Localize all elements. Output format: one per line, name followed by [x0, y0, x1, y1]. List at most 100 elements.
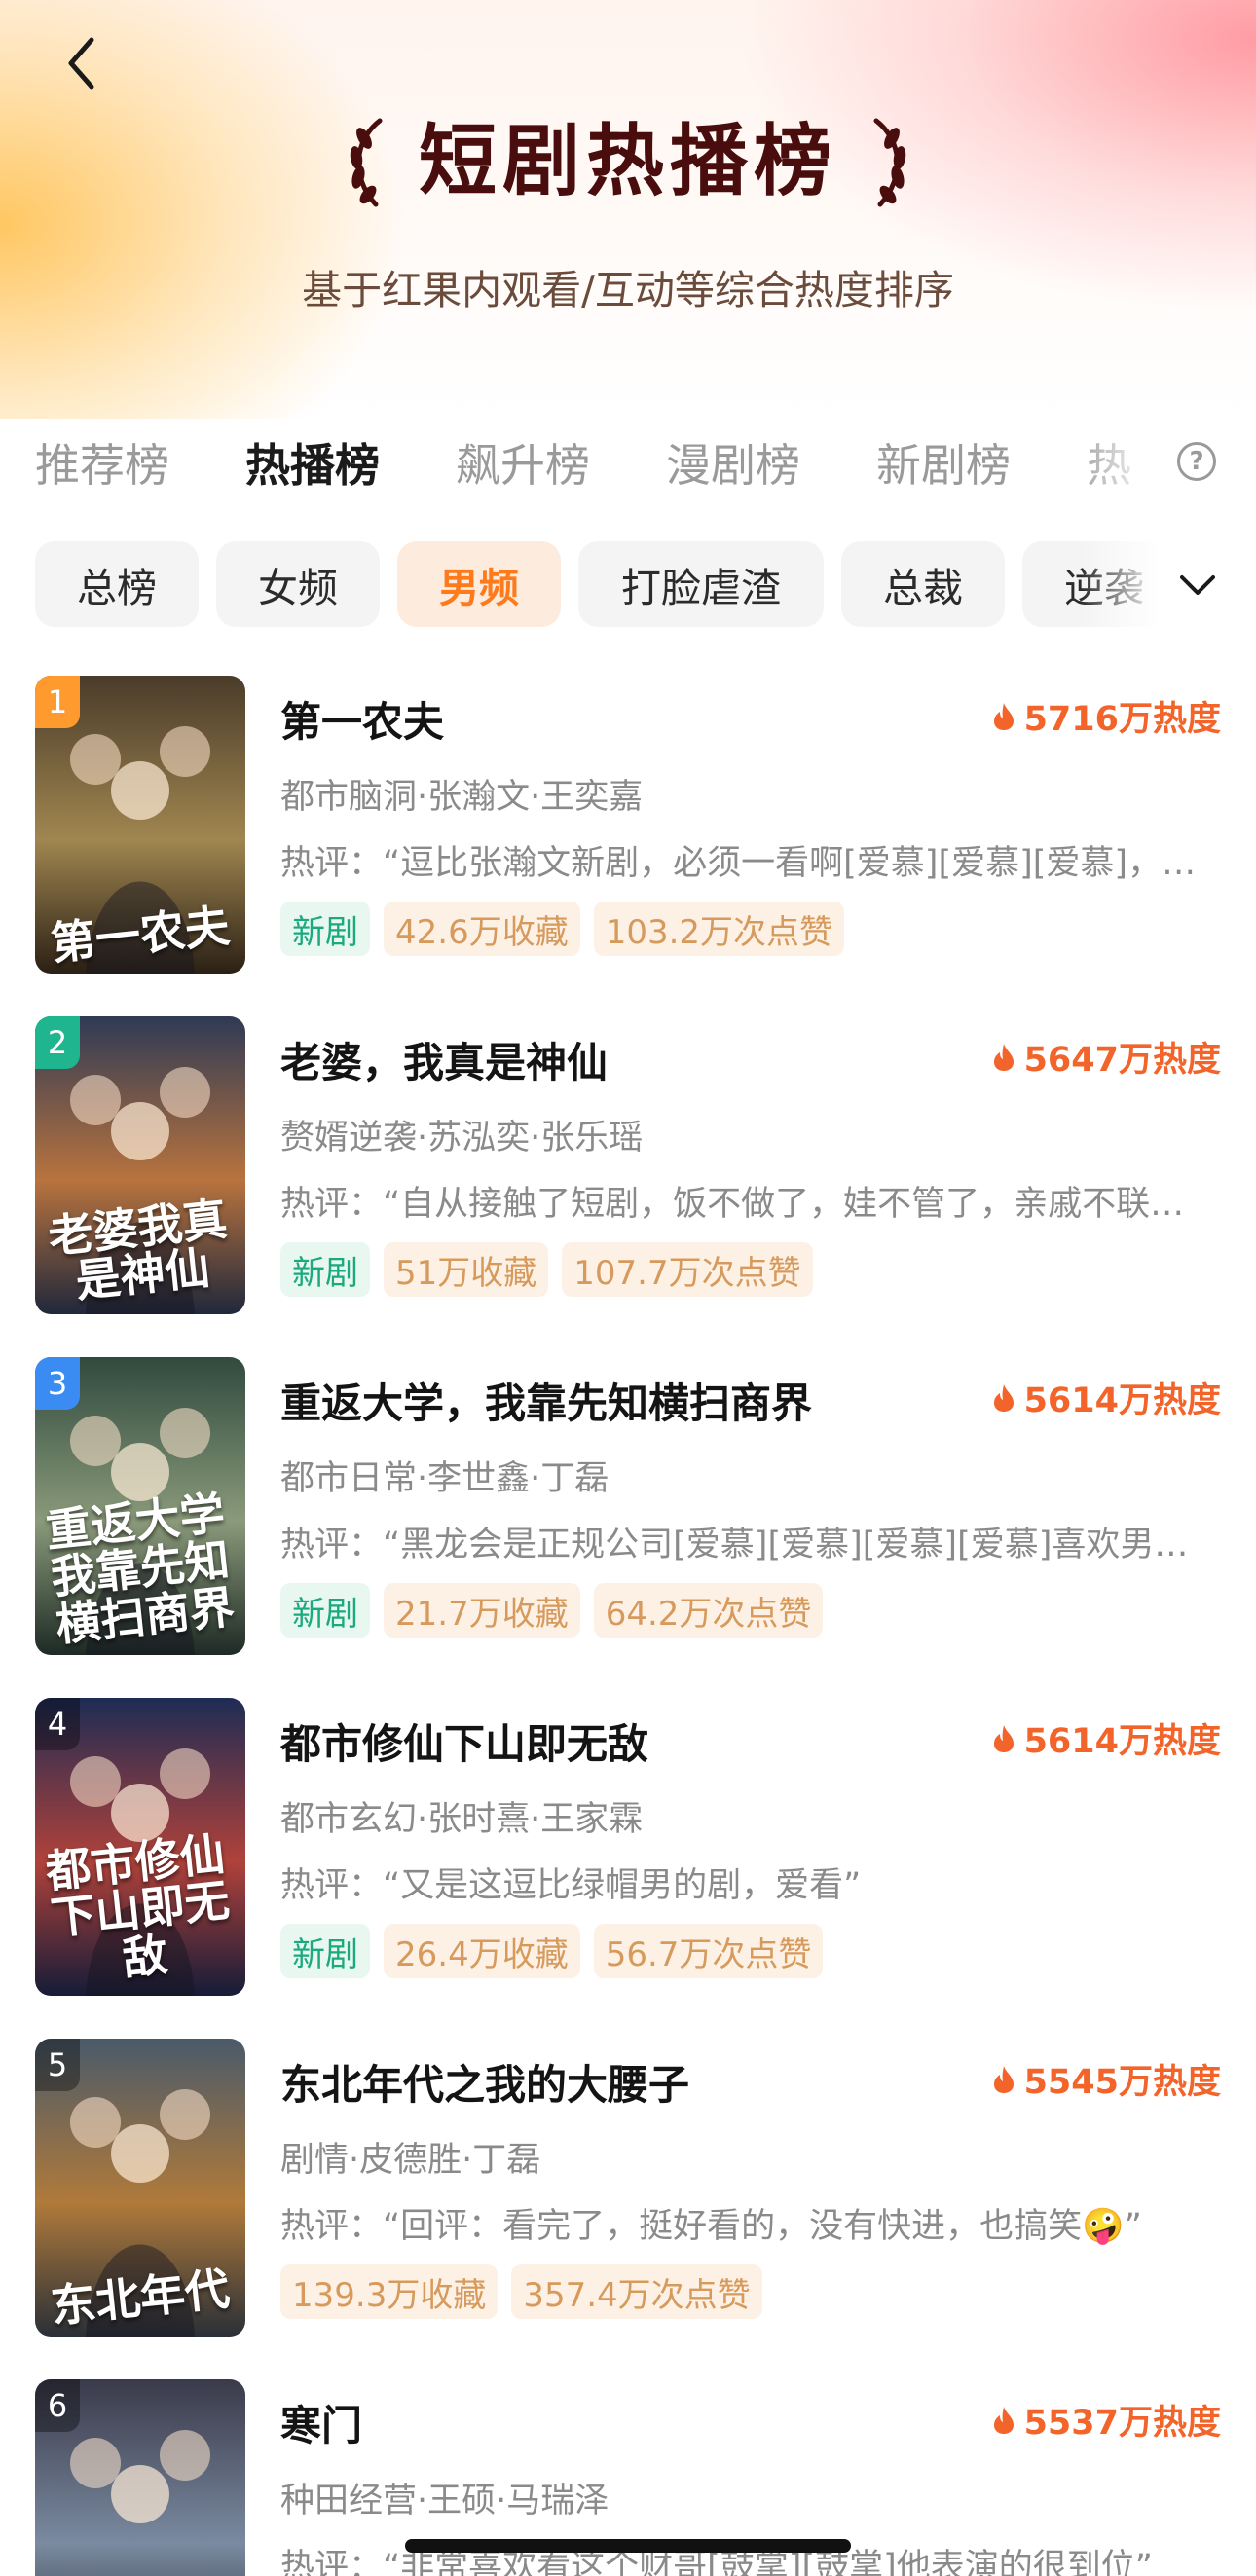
- drama-title[interactable]: 都市修仙下山即无敌: [280, 1711, 648, 1771]
- laurel-right-icon: [873, 118, 906, 207]
- hot-comment: 热评：“回评：看完了，挺好看的，没有快进，也搞笑🤪”: [280, 2207, 1142, 2246]
- drama-title[interactable]: 重返大学，我靠先知横扫商界: [280, 1371, 812, 1430]
- tag-list: 新剧 42.6万收藏 103.2万次点赞: [280, 902, 845, 956]
- page-subtitle: 基于红果内观看/互动等综合热度排序: [302, 267, 954, 313]
- stat-tag: 51万收藏: [384, 1242, 549, 1297]
- rank-badge: 3: [35, 1357, 80, 1410]
- rank-badge: 2: [35, 1016, 80, 1069]
- flame-icon: [993, 2406, 1014, 2434]
- chevron-down-icon: [1180, 575, 1215, 595]
- page-title-text: 短剧热播榜: [419, 116, 837, 206]
- ranking-tabs: 推荐榜 热播榜 飙升榜 漫剧榜 新剧榜 热 ?: [0, 419, 1256, 506]
- list-item[interactable]: 老婆我真是神仙 2 老婆，我真是神仙 5647万热度赘婿逆袭·苏泓奕·张乐瑶热评：“自…: [0, 1012, 1256, 1324]
- heat-value: 5537万热度: [1023, 2404, 1221, 2443]
- hot-comment: 热评：“自从接触了短剧，饭不做了，娃不管了，亲戚不联…: [280, 1185, 1185, 1224]
- stat-tag: 357.4万次点赞: [511, 2264, 762, 2319]
- tag-list: 新剧 51万收藏 107.7万次点赞: [280, 1242, 813, 1297]
- help-icon: ?: [1189, 447, 1204, 476]
- tab-rising[interactable]: 飙升榜: [456, 430, 590, 495]
- heat-score: 5614万热度: [993, 1373, 1221, 1422]
- genre-cast: 种田经营·王硕·马瑞泽: [280, 2482, 610, 2521]
- tab-hot[interactable]: 热播榜: [245, 430, 380, 495]
- new-badge: 新剧: [280, 1242, 370, 1297]
- drama-title[interactable]: 东北年代之我的大腰子: [280, 2052, 689, 2112]
- header-background: [0, 0, 1256, 419]
- hot-comment: 热评：“又是这逗比绿帽男的剧，爱看”: [280, 1866, 862, 1905]
- flame-icon: [993, 702, 1014, 730]
- hot-comment: 热评：“黑龙会是正规公司[爱慕][爱慕][爱慕][爱慕]喜欢男…: [280, 1526, 1189, 1564]
- heat-value: 5614万热度: [1023, 1381, 1221, 1420]
- heat-score: 5716万热度: [993, 691, 1221, 741]
- list-item[interactable]: 第一农夫 1 第一农夫 5716万热度都市脑洞·张瀚文·王奕嘉热评：“逗比张瀚文新剧，…: [0, 672, 1256, 983]
- tag-list: 新剧 21.7万收藏 64.2万次点赞: [280, 1583, 824, 1638]
- genre-cast: 赘婿逆袭·苏泓奕·张乐瑶: [280, 1119, 644, 1158]
- poster-image[interactable]: 重返大学 我靠先知横扫商界 3: [35, 1357, 245, 1655]
- tab-recommend[interactable]: 推荐榜: [35, 430, 169, 495]
- hot-comment: 热评：“逗比张瀚文新剧，必须一看啊[爱慕][爱慕][爱慕]，……: [280, 844, 1221, 883]
- rank-badge: 4: [35, 1698, 80, 1750]
- genre-cast: 都市玄幻·张时熹·王家霖: [280, 1800, 644, 1839]
- heat-score: 5647万热度: [993, 1032, 1221, 1082]
- poster-image[interactable]: 都市修仙 下山即无敌 4: [35, 1698, 245, 1996]
- home-indicator: [405, 2539, 851, 2553]
- poster-image[interactable]: 第一农夫 1: [35, 676, 245, 974]
- poster-image[interactable]: 6: [35, 2379, 245, 2576]
- new-badge: 新剧: [280, 1583, 370, 1638]
- flame-icon: [993, 1724, 1014, 1752]
- page-title: 短剧热播榜: [0, 115, 1256, 208]
- drama-title[interactable]: 寒门: [280, 2393, 362, 2452]
- stat-tag: 107.7万次点赞: [562, 1242, 813, 1297]
- stat-tag: 56.7万次点赞: [593, 1924, 824, 1978]
- tab-comic[interactable]: 漫剧榜: [666, 430, 800, 495]
- stat-tag: 26.4万收藏: [384, 1924, 580, 1978]
- chip-face-slap[interactable]: 打脸虐渣: [578, 541, 824, 627]
- new-badge: 新剧: [280, 1924, 370, 1978]
- stat-tag: 42.6万收藏: [384, 902, 580, 956]
- heat-score: 5537万热度: [993, 2395, 1221, 2445]
- tag-list: 新剧 26.4万收藏 56.7万次点赞: [280, 1924, 824, 1978]
- category-chips: 总榜 女频 男频 打脸虐渣 总裁 逆袭: [0, 541, 1256, 629]
- tab-new[interactable]: 新剧榜: [876, 430, 1011, 495]
- back-button[interactable]: [56, 29, 105, 97]
- poster-title: 重返大学 我靠先知横扫商界: [43, 1486, 238, 1651]
- new-badge: 新剧: [280, 902, 370, 956]
- stat-tag: 103.2万次点赞: [593, 902, 845, 956]
- list-item[interactable]: 东北年代 5 东北年代之我的大腰子 5545万热度剧情·皮德胜·丁磊热评：“回评：看完…: [0, 2035, 1256, 2346]
- chip-female[interactable]: 女频: [216, 541, 380, 627]
- expand-categories-button[interactable]: [1168, 561, 1227, 609]
- stat-tag: 64.2万次点赞: [593, 1583, 824, 1638]
- heat-score: 5545万热度: [993, 2054, 1221, 2104]
- genre-cast: 都市脑洞·张瀚文·王奕嘉: [280, 778, 644, 817]
- laurel-left-icon: [350, 118, 383, 207]
- rank-badge: 5: [35, 2039, 80, 2091]
- chip-male[interactable]: 男频: [397, 541, 561, 627]
- help-button[interactable]: ?: [1177, 442, 1216, 481]
- rank-badge: 6: [35, 2379, 80, 2432]
- poster-image[interactable]: 老婆我真是神仙 2: [35, 1016, 245, 1314]
- rank-badge: 1: [35, 676, 80, 728]
- heat-value: 5545万热度: [1023, 2063, 1221, 2102]
- list-item[interactable]: 都市修仙 下山即无敌 4 都市修仙下山即无敌 5614万热度都市玄幻·张时熹·王家霖热…: [0, 1694, 1256, 2006]
- poster-title: 都市修仙 下山即无敌: [43, 1826, 233, 1985]
- heat-value: 5614万热度: [1023, 1722, 1221, 1761]
- flame-icon: [993, 1383, 1014, 1412]
- drama-title[interactable]: 老婆，我真是神仙: [280, 1030, 608, 1089]
- heat-score: 5614万热度: [993, 1713, 1221, 1763]
- drama-list: 第一农夫 1 第一农夫 5716万热度都市脑洞·张瀚文·王奕嘉热评：“逗比张瀚文新剧，…: [0, 672, 1256, 2576]
- heat-value: 5647万热度: [1023, 1041, 1221, 1080]
- tag-list: 139.3万收藏 357.4万次点赞: [280, 2264, 762, 2319]
- back-arrow-icon: [68, 37, 94, 90]
- genre-cast: 都市日常·李世鑫·丁磊: [280, 1459, 610, 1498]
- heat-value: 5716万热度: [1023, 700, 1221, 739]
- stat-tag: 139.3万收藏: [280, 2264, 499, 2319]
- genre-cast: 剧情·皮德胜·丁磊: [280, 2141, 541, 2180]
- poster-image[interactable]: 东北年代 5: [35, 2039, 245, 2337]
- flame-icon: [993, 1043, 1014, 1071]
- tabs-fade: [1071, 419, 1168, 506]
- stat-tag: 21.7万收藏: [384, 1583, 580, 1638]
- chip-ceo[interactable]: 总裁: [841, 541, 1005, 627]
- list-item[interactable]: 重返大学 我靠先知横扫商界 3 重返大学，我靠先知横扫商界 5614万热度都市日常·李…: [0, 1353, 1256, 1665]
- flame-icon: [993, 2065, 1014, 2093]
- drama-title[interactable]: 第一农夫: [280, 689, 444, 749]
- chip-all[interactable]: 总榜: [35, 541, 199, 627]
